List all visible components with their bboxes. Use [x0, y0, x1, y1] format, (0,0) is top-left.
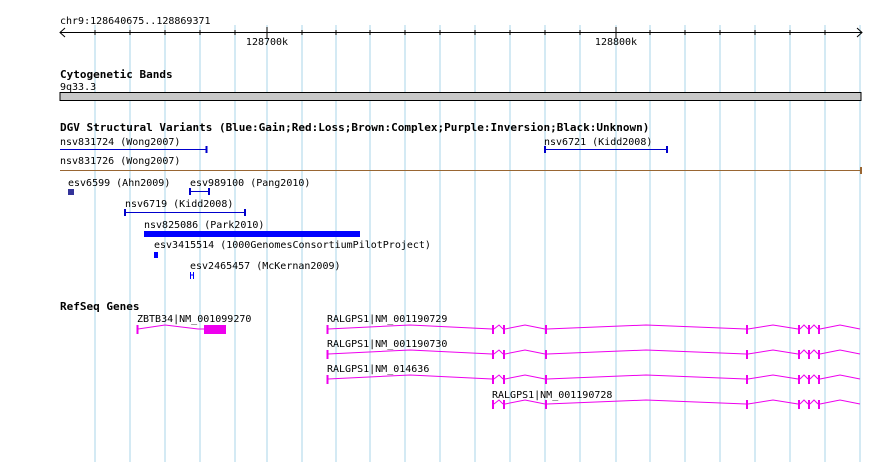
cytoband-label: 9q33.3	[60, 82, 96, 93]
ruler-tick-label: 128800k	[595, 37, 637, 48]
gene-label: RALGPS1|NM_014636	[327, 364, 429, 375]
gene-ralgps1-nm-001190730[interactable]	[326, 349, 861, 359]
cytoband-bar[interactable]	[59, 92, 862, 101]
genome-browser-view: chr9:128640675..128869371 128700k 128800…	[59, 16, 863, 462]
gene-label: RALGPS1|NM_001190730	[327, 339, 447, 350]
ruler	[59, 27, 863, 38]
dgv-feature-label: esv989100 (Pang2010)	[190, 178, 310, 189]
refseq-track-title: RefSeq Genes	[60, 300, 139, 313]
dgv-feature-esv6599[interactable]	[68, 189, 74, 195]
gene-zbtb34[interactable]	[136, 324, 227, 334]
ruler-range-label: chr9:128640675..128869371	[60, 16, 211, 27]
dgv-feature-nsv825086[interactable]	[144, 231, 360, 237]
dgv-feature-label: nsv831726 (Wong2007)	[60, 156, 180, 167]
cytoband-track-title: Cytogenetic Bands	[60, 68, 173, 81]
dgv-feature-label: esv2465457 (McKernan2009)	[190, 261, 341, 272]
dgv-feature-label: esv3415514 (1000GenomesConsortiumPilotPr…	[154, 240, 431, 251]
dgv-feature-label: nsv6719 (Kidd2008)	[125, 199, 233, 210]
dgv-feature-esv2465457[interactable]	[190, 272, 194, 279]
gene-ralgps1-nm-001190729[interactable]	[326, 324, 861, 334]
dgv-feature-nsv831726[interactable]	[60, 167, 862, 174]
ruler-tick-label: 128700k	[246, 37, 288, 48]
gene-ralgps1-nm-014636[interactable]	[326, 374, 861, 384]
gene-ralgps1-nm-001190728[interactable]	[492, 399, 861, 409]
gene-label: ZBTB34|NM_001099270	[137, 314, 251, 325]
dgv-track-title: DGV Structural Variants (Blue:Gain;Red:L…	[60, 121, 649, 134]
dgv-feature-label: nsv6721 (Kidd2008)	[544, 137, 652, 148]
dgv-feature-label: nsv825086 (Park2010)	[144, 220, 264, 231]
gene-label: RALGPS1|NM_001190728	[492, 390, 612, 401]
dgv-feature-label: nsv831724 (Wong2007)	[60, 137, 180, 148]
dgv-feature-esv3415514[interactable]	[154, 252, 158, 258]
gene-label: RALGPS1|NM_001190729	[327, 314, 447, 325]
dgv-feature-label: esv6599 (Ahn2009)	[68, 178, 170, 189]
dgv-feature-nsv6719[interactable]	[124, 209, 246, 216]
